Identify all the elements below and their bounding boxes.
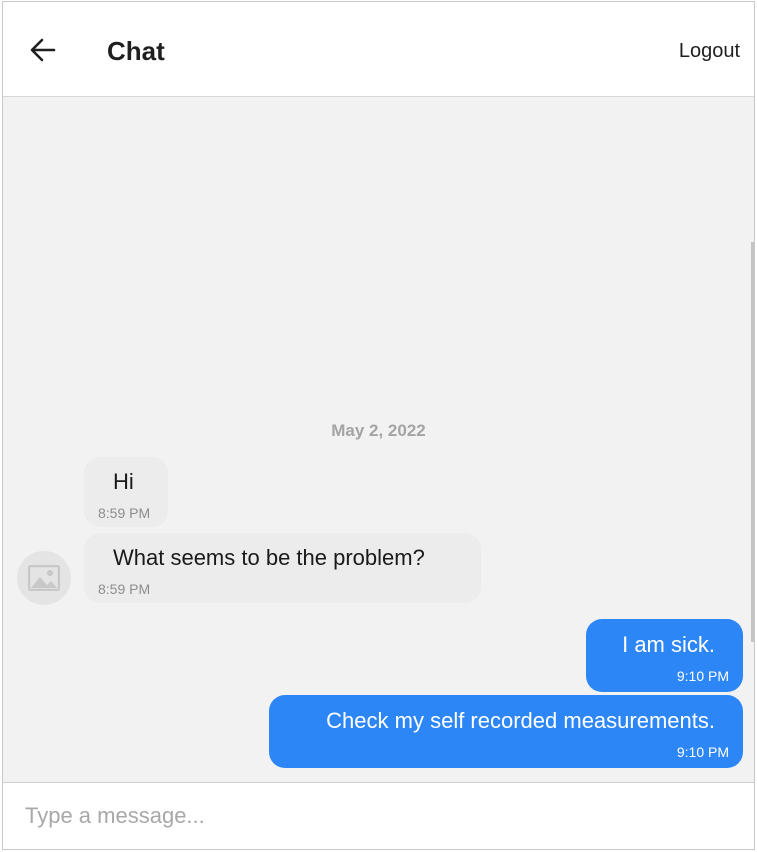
message-time: 9:10 PM [676,744,729,760]
page-title: Chat [107,36,165,66]
message-time: 8:59 PM [98,505,151,521]
back-button[interactable] [25,32,61,68]
message-text: What seems to be the problem? [113,545,425,570]
message-composer [3,782,754,849]
message-text: Hi [113,469,134,494]
scrollbar[interactable] [751,242,754,642]
message-bubble-incoming: What seems to be the problem? 8:59 PM [84,533,481,603]
chat-header: Chat Logout [3,2,754,97]
arrow-left-icon [30,38,56,62]
date-separator: May 2, 2022 [331,421,426,440]
message-text: Check my self recorded measurements. [326,708,715,733]
avatar [17,551,71,605]
message-bubble-incoming: Hi 8:59 PM [84,457,168,527]
message-bubble-outgoing: I am sick. 9:10 PM [586,619,743,692]
chat-window: Chat Logout May 2, 2022 Hi 8:59 PM What … [2,1,755,850]
message-list[interactable]: May 2, 2022 Hi 8:59 PM What seems to be … [3,97,754,783]
message-time: 9:10 PM [676,668,729,684]
message-bubble-outgoing: Check my self recorded measurements. 9:1… [269,695,743,768]
message-input[interactable] [23,797,727,835]
message-time: 8:59 PM [98,581,151,597]
message-text: I am sick. [622,632,715,657]
logout-button[interactable]: Logout [679,40,740,63]
image-placeholder-icon [28,565,60,591]
